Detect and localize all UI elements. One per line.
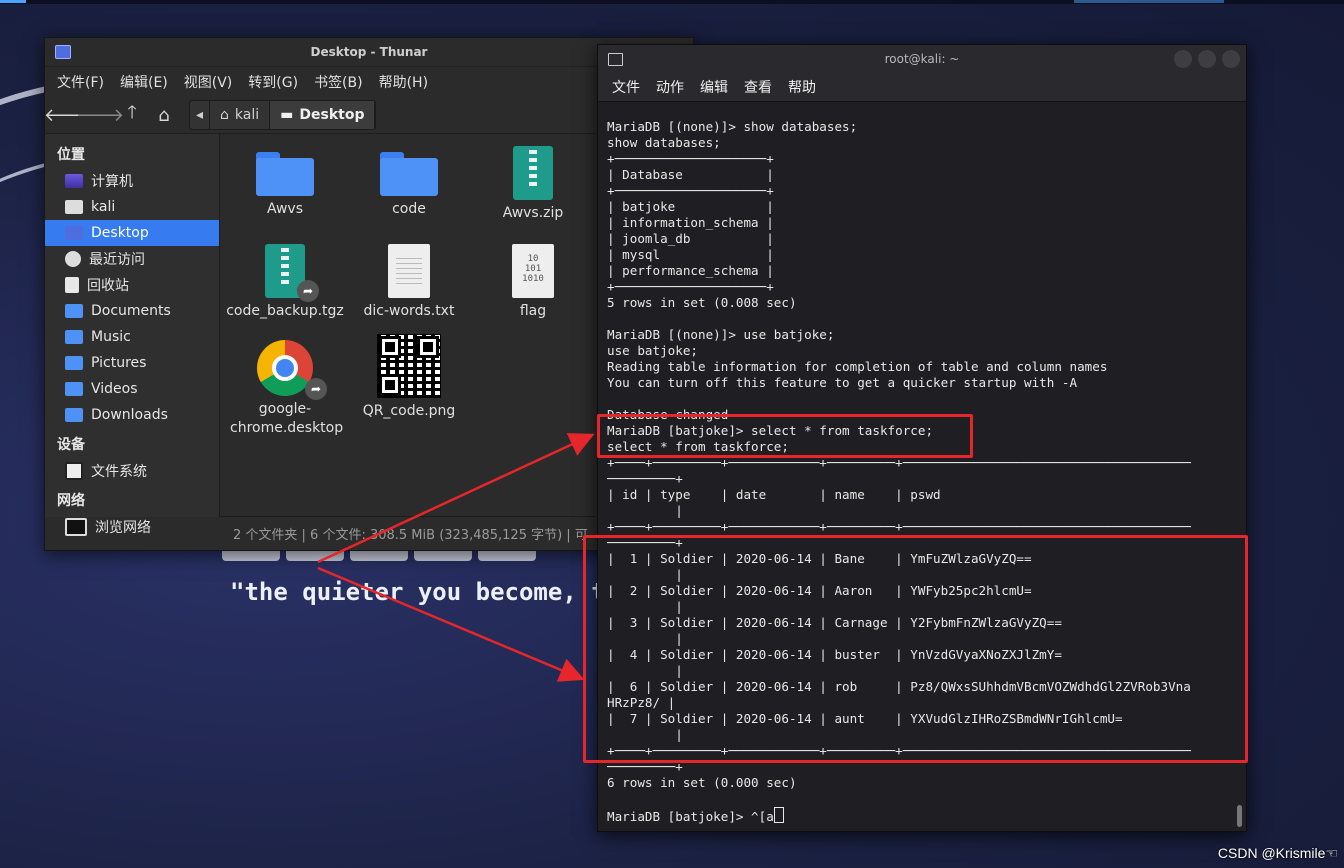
arrow-to-rows <box>317 566 585 682</box>
annotation-arrows <box>317 433 595 682</box>
csdn-watermark: CSDN @Krismile☜ <box>1217 845 1338 861</box>
arrow-to-query <box>317 433 595 564</box>
symlink-icon: ➦ <box>305 378 327 400</box>
